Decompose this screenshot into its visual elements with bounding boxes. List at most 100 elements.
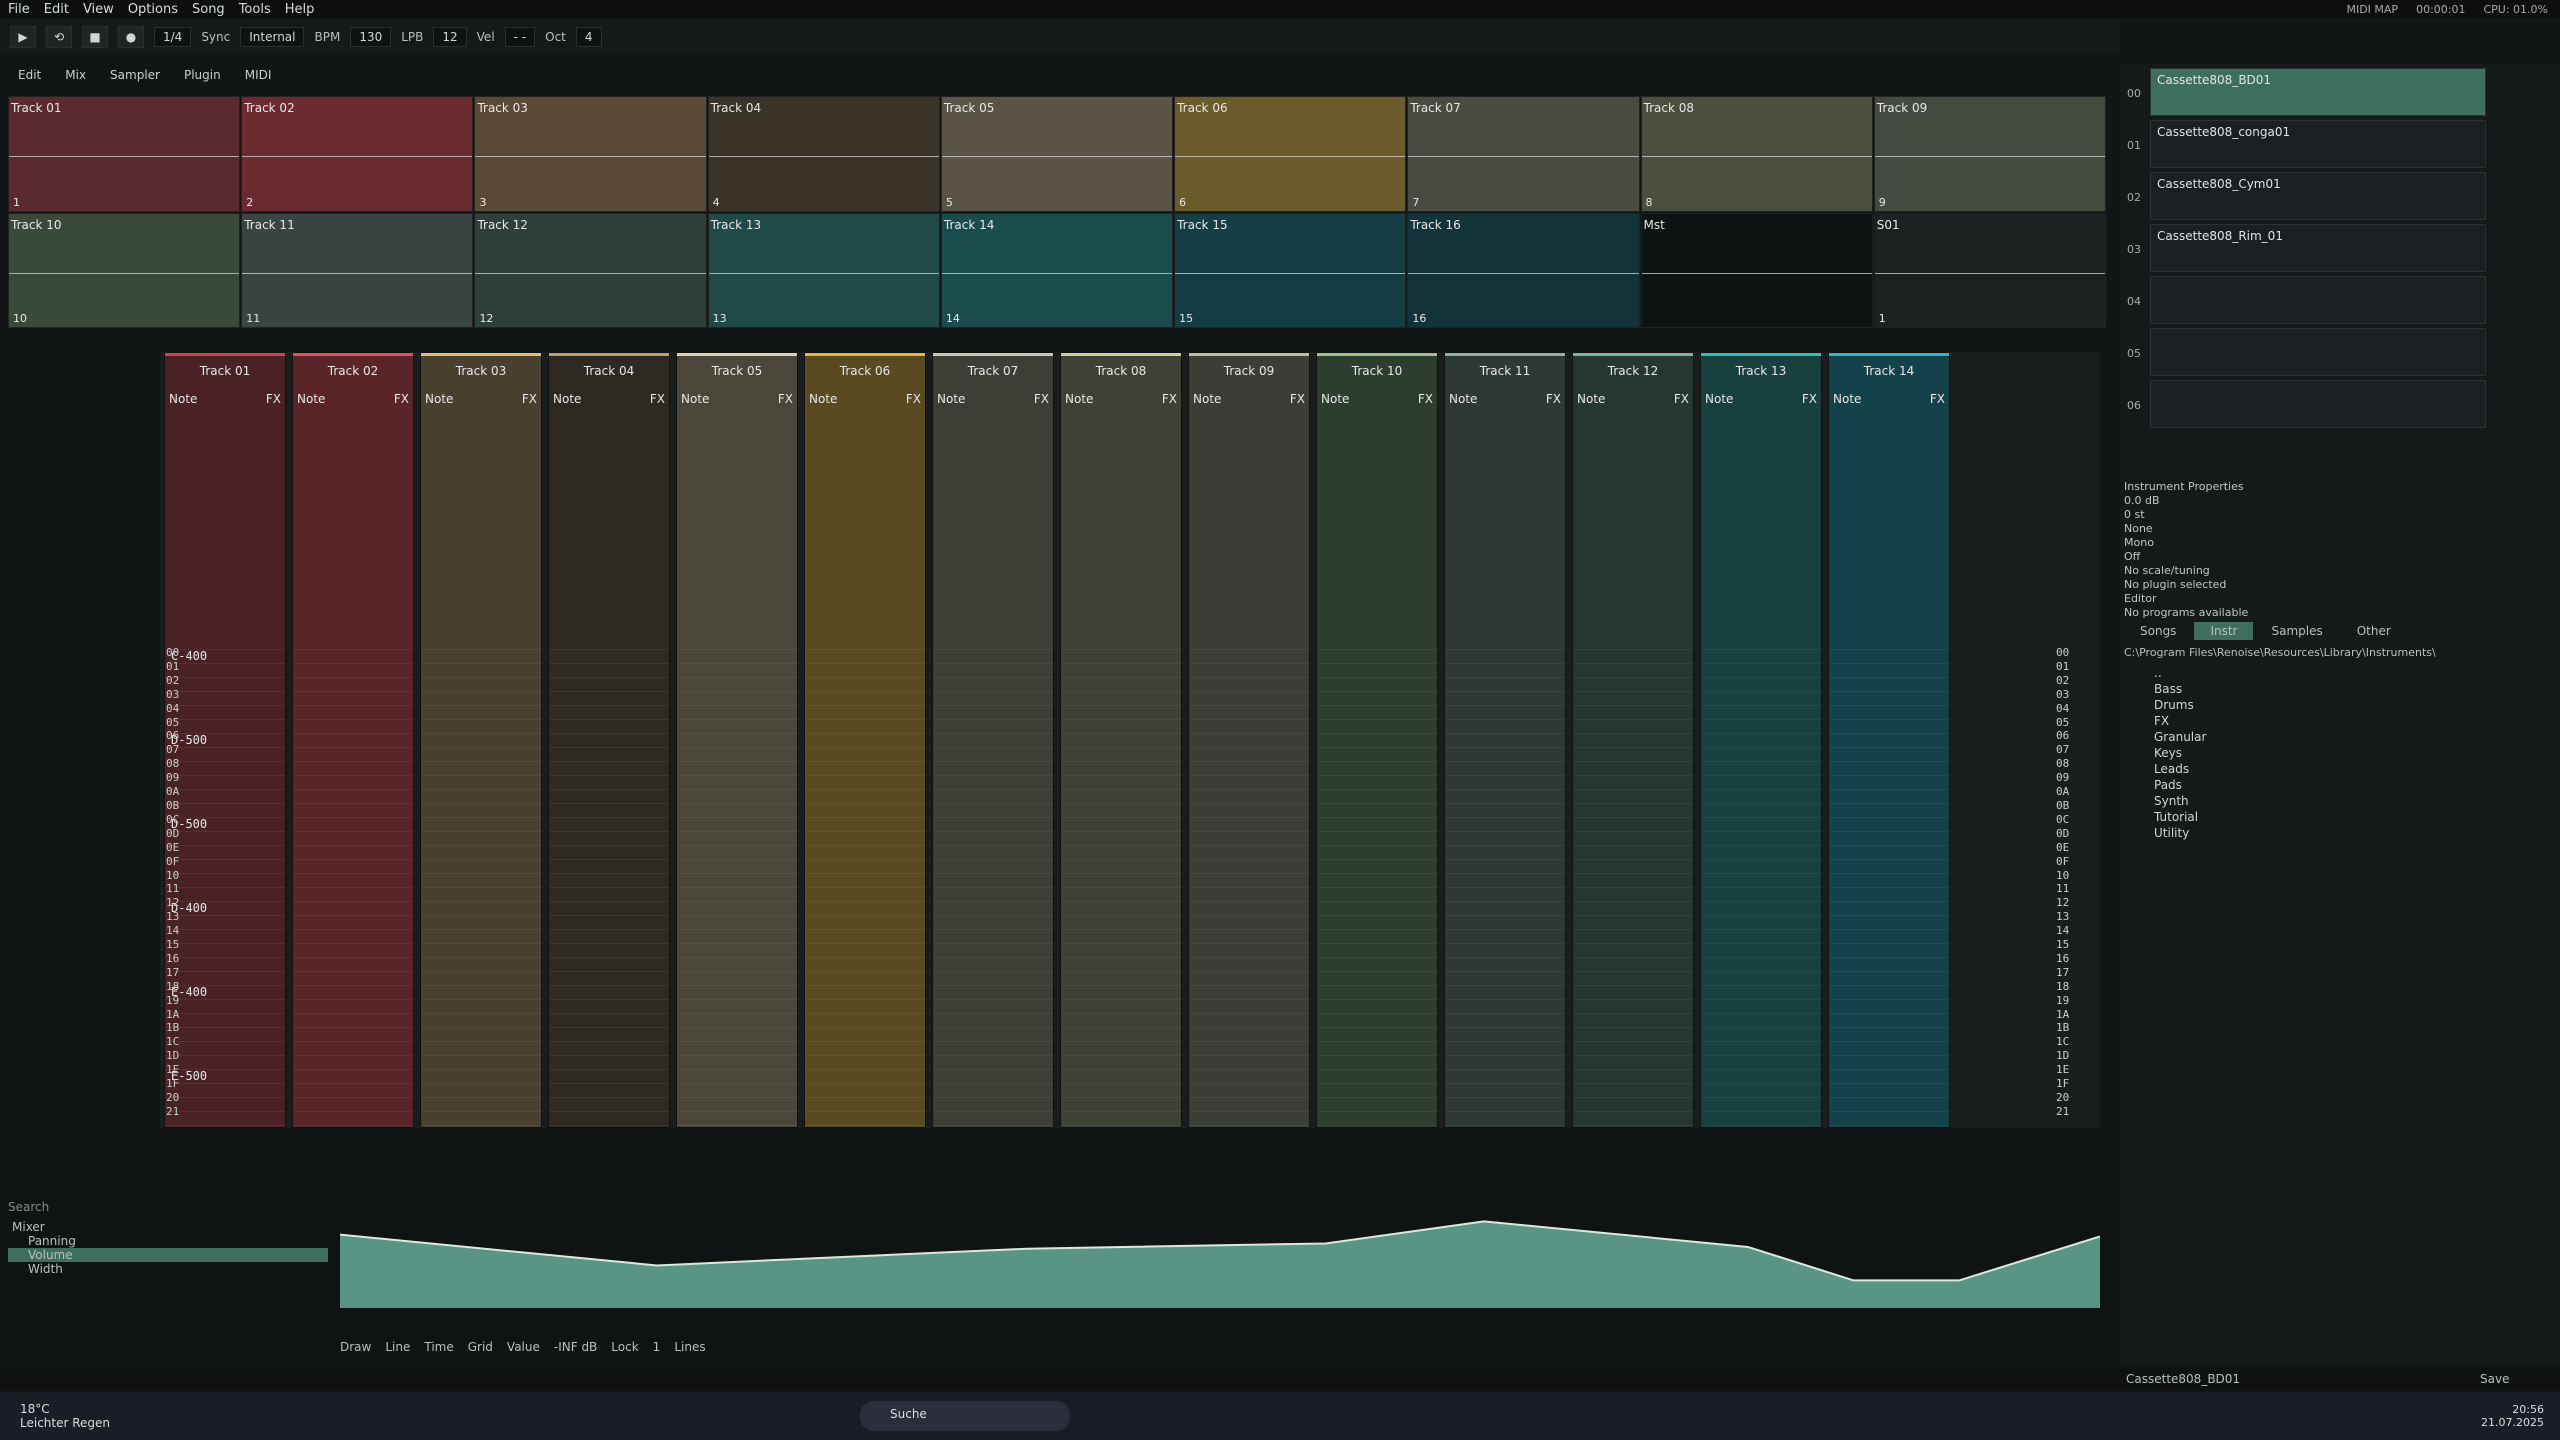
editor-track[interactable]: Track 13 Note FX (1700, 352, 1822, 1129)
menu-file[interactable]: File (8, 2, 30, 17)
tab-plugin[interactable]: Plugin (174, 66, 231, 84)
track-title[interactable]: Track 14 (1833, 364, 1945, 378)
browser-tab-instr[interactable]: Instr (2194, 622, 2254, 640)
sync-select[interactable]: Internal (240, 27, 305, 47)
editor-track[interactable]: Track 09 Note FX (1188, 352, 1310, 1129)
menu-help[interactable]: Help (285, 2, 315, 17)
tab-mix[interactable]: Mix (55, 66, 96, 84)
instr-none[interactable]: None (2124, 522, 2524, 536)
sample-slot[interactable]: 05 (2127, 328, 2486, 376)
matrix-cell[interactable]: Track 13 13 (707, 212, 940, 328)
matrix-cell[interactable]: Track 11 11 (241, 212, 474, 328)
browser-folder[interactable]: Tutorial (2124, 809, 2524, 825)
automation-param[interactable]: Mixer (8, 1220, 328, 1234)
automation-grid[interactable]: Grid (468, 1340, 493, 1354)
save-button[interactable]: Save (2480, 1372, 2509, 1386)
automation-search[interactable]: Search (8, 1200, 328, 1214)
matrix-cell[interactable]: Track 01 1 (8, 96, 241, 212)
track-title[interactable]: Track 13 (1705, 364, 1817, 378)
track-rows[interactable] (293, 649, 413, 1129)
track-rows[interactable] (1445, 649, 1565, 1129)
editor-track[interactable]: Track 05 Note FX (676, 352, 798, 1129)
track-rows[interactable] (1829, 649, 1949, 1129)
track-rows[interactable] (805, 649, 925, 1129)
track-rows[interactable] (421, 649, 541, 1129)
instr-vol[interactable]: 0.0 dB (2124, 494, 2524, 508)
matrix-cell[interactable]: Track 06 6 (1174, 96, 1407, 212)
browser-folder[interactable]: Drums (2124, 697, 2524, 713)
step-field[interactable]: 1/4 (154, 27, 192, 47)
track-title[interactable]: Track 06 (809, 364, 921, 378)
browser-folder[interactable]: Synth (2124, 793, 2524, 809)
browser-folder[interactable]: Utility (2124, 825, 2524, 841)
track-rows[interactable] (677, 649, 797, 1129)
track-title[interactable]: Track 07 (937, 364, 1049, 378)
editor-track[interactable]: Track 11 Note FX (1444, 352, 1566, 1129)
editor-track[interactable]: Track 08 Note FX (1060, 352, 1182, 1129)
sample-slot[interactable]: Cassette808_Cym01 02 (2127, 172, 2486, 220)
automation-inf[interactable]: -INF dB (554, 1340, 597, 1354)
editor-track[interactable]: Track 07 Note FX (932, 352, 1054, 1129)
automation-line[interactable]: Line (385, 1340, 410, 1354)
editor-track[interactable]: Track 02 Note FX (292, 352, 414, 1129)
record-button[interactable]: ● (118, 26, 144, 48)
editor-track[interactable]: Track 04 Note FX (548, 352, 670, 1129)
instr-editor[interactable]: Editor (2124, 592, 2524, 606)
track-rows[interactable] (1061, 649, 1181, 1129)
loop-button[interactable]: ⟲ (46, 26, 72, 48)
track-title[interactable]: Track 05 (681, 364, 793, 378)
browser-folder[interactable]: Bass (2124, 681, 2524, 697)
automation-draw[interactable]: Draw (340, 1340, 371, 1354)
sample-slot[interactable]: 04 (2127, 276, 2486, 324)
matrix-cell[interactable]: Track 12 12 (474, 212, 707, 328)
editor-track[interactable]: Track 10 Note FX (1316, 352, 1438, 1129)
matrix-cell[interactable]: Track 05 5 (940, 96, 1174, 212)
track-rows[interactable] (1317, 649, 1437, 1129)
browser-folder[interactable]: Keys (2124, 745, 2524, 761)
sample-slot[interactable]: Cassette808_BD01 00 (2127, 68, 2486, 116)
automation-param[interactable]: Width (8, 1262, 328, 1276)
track-rows[interactable] (549, 649, 669, 1129)
matrix-cell[interactable]: Track 14 14 (940, 212, 1174, 328)
browser-tab-samples[interactable]: Samples (2255, 622, 2338, 640)
track-title[interactable]: Track 11 (1449, 364, 1561, 378)
matrix-cell[interactable]: S01 1 (1873, 212, 2106, 328)
editor-track[interactable]: Track 06 Note FX (804, 352, 926, 1129)
matrix-cell[interactable]: Track 03 3 (474, 96, 707, 212)
bpm-field[interactable]: 130 (350, 27, 392, 47)
track-title[interactable]: Track 08 (1065, 364, 1177, 378)
track-rows[interactable] (933, 649, 1053, 1129)
browser-folder[interactable]: FX (2124, 713, 2524, 729)
matrix-cell[interactable]: Track 10 10 (8, 212, 241, 328)
instr-off[interactable]: Off (2124, 550, 2524, 564)
track-title[interactable]: Track 12 (1577, 364, 1689, 378)
automation-lock[interactable]: Lock (611, 1340, 638, 1354)
matrix-cell[interactable]: Track 16 16 (1407, 212, 1640, 328)
matrix-cell[interactable]: Track 02 2 (241, 96, 474, 212)
menu-edit[interactable]: Edit (44, 2, 69, 17)
track-rows[interactable] (1701, 649, 1821, 1129)
envelope-area[interactable] (340, 1221, 2100, 1308)
matrix-cell[interactable]: Track 09 9 (1873, 96, 2106, 212)
oct-field[interactable]: 4 (575, 27, 602, 47)
browser-folder[interactable]: Pads (2124, 777, 2524, 793)
instr-scale[interactable]: No scale/tuning (2124, 564, 2524, 578)
editor-track[interactable]: Track 14 Note FX (1828, 352, 1950, 1129)
matrix-cell[interactable]: Track 15 15 (1174, 212, 1407, 328)
instr-transpose[interactable]: 0 st (2124, 508, 2524, 522)
menu-tools[interactable]: Tools (239, 2, 271, 17)
lpb-field[interactable]: 12 (433, 27, 467, 47)
menu-view[interactable]: View (83, 2, 114, 17)
track-title[interactable]: Track 04 (553, 364, 665, 378)
vel-field[interactable]: - - (504, 27, 536, 47)
tab-midi[interactable]: MIDI (235, 66, 282, 84)
matrix-cell[interactable]: Track 08 8 (1640, 96, 1873, 212)
automation-envelope[interactable] (340, 1198, 2100, 1308)
track-rows[interactable] (1189, 649, 1309, 1129)
instr-plugin[interactable]: No plugin selected (2124, 578, 2524, 592)
browser-folder[interactable]: Leads (2124, 761, 2524, 777)
stop-button[interactable]: ■ (82, 26, 108, 48)
automation-lines[interactable]: Lines (674, 1340, 705, 1354)
matrix-cell[interactable]: Mst (1640, 212, 1873, 328)
browser-folder[interactable]: .. (2124, 665, 2524, 681)
